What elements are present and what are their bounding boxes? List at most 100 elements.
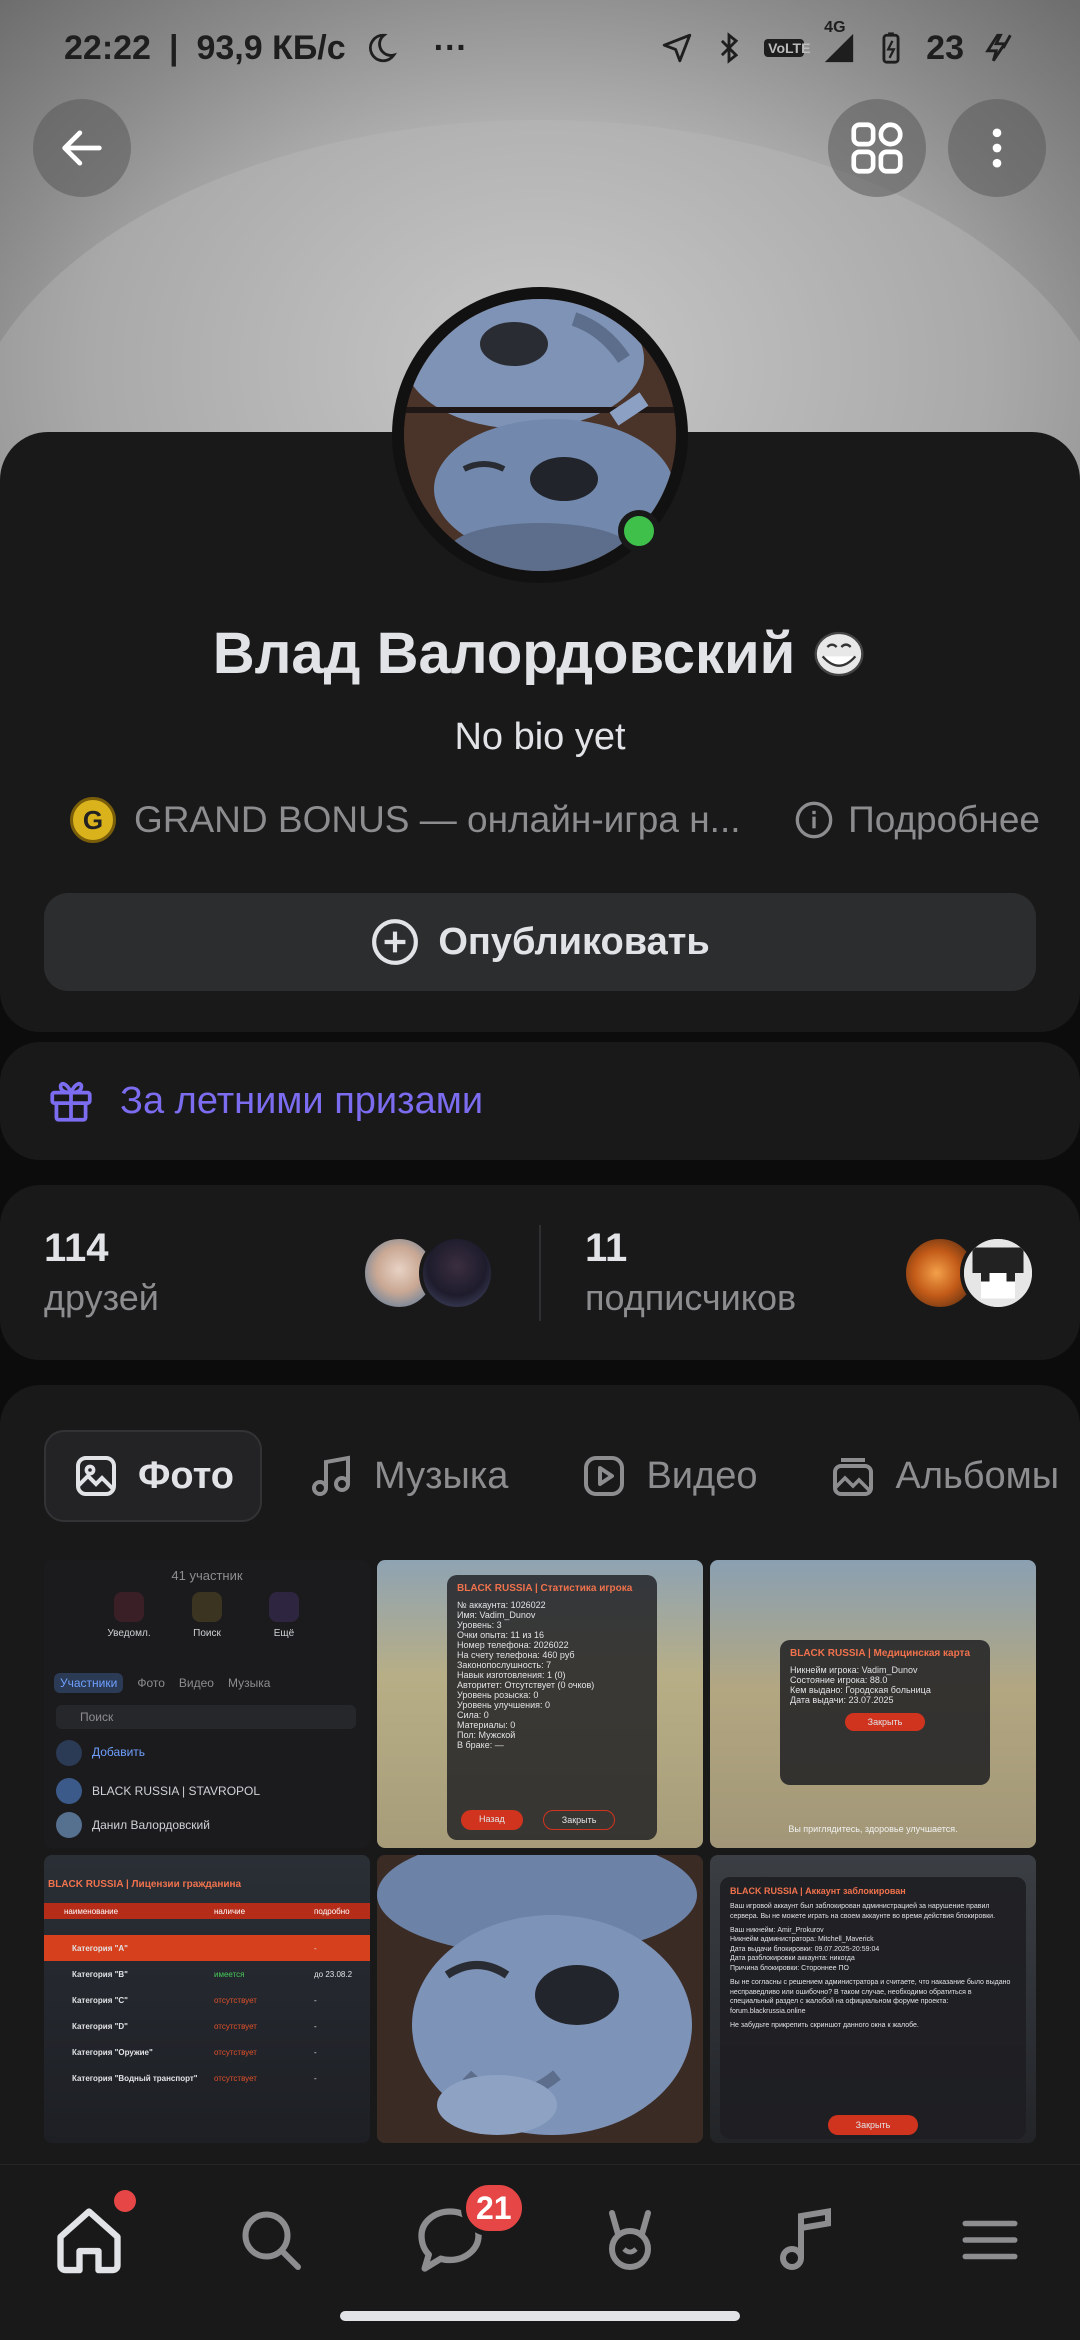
- music-note-icon: [780, 2207, 831, 2270]
- photo-text: На счету телефона: 460 руб: [457, 1650, 575, 1660]
- moon-icon: [368, 33, 397, 63]
- photo-text: до 23.08.2: [314, 1969, 353, 1979]
- media-tabs: Фото Музыка Видео Альбомы: [44, 1430, 1080, 1522]
- more-info-link[interactable]: Подробнее: [794, 799, 1040, 841]
- tab-albums[interactable]: Альбомы: [803, 1430, 1080, 1522]
- home-indicator[interactable]: [340, 2311, 740, 2321]
- photo-text: Авторитет: Отсутствует (0 очков): [457, 1680, 595, 1690]
- photo-text: -: [314, 2021, 317, 2031]
- photo-text: 41 участник: [171, 1568, 243, 1583]
- fast-charging-icon: [985, 33, 1012, 62]
- photo-text: Закрыть: [828, 2114, 918, 2135]
- photo-text: Назад: [461, 1810, 523, 1830]
- photo-text: Никнейм игрока: Vadim_Dunov: [790, 1665, 918, 1675]
- photo-text: имеется: [214, 1969, 245, 1979]
- apps-grid-icon: [851, 122, 903, 174]
- publish-label: Опубликовать: [438, 920, 710, 963]
- friends-stat[interactable]: 114 друзей: [0, 1185, 539, 1360]
- photo-text: Фото: [137, 1676, 165, 1690]
- nav-music[interactable]: [762, 2195, 852, 2285]
- photo-thumbnail[interactable]: [377, 1855, 703, 2143]
- status-speed: 93,9 КБ/с: [196, 28, 346, 67]
- photo-text: Вы не согласны с решением администратора…: [730, 1979, 1011, 2015]
- profile-bio: No bio yet: [454, 716, 626, 758]
- photo-text: Причина блокировки: Стороннее ПО: [730, 1964, 849, 1972]
- photo-text: Данил Валордовский: [92, 1818, 210, 1832]
- pixel-avatar-image: [964, 1238, 1032, 1307]
- photo-thumbnail[interactable]: 41 участник Уведомл. Поиск Ещё Участники…: [44, 1560, 370, 1848]
- tab-photos[interactable]: Фото: [44, 1430, 263, 1522]
- photo-image: [377, 1855, 703, 2143]
- back-button[interactable]: [33, 99, 131, 197]
- more-info-label: Подробнее: [848, 799, 1040, 840]
- tab-videos-label: Видео: [646, 1454, 758, 1497]
- photo-text: Уровень розыска: 0: [457, 1690, 539, 1700]
- nav-menu[interactable]: [945, 2195, 1035, 2285]
- photo-text: Сила: 0: [457, 1710, 489, 1720]
- photo-text: наличие: [214, 1906, 246, 1916]
- nav-clips[interactable]: [585, 2195, 675, 2285]
- photo-text: Закрыть: [542, 1810, 616, 1830]
- photo-text: Очки опыта: 11 из 16: [457, 1630, 545, 1640]
- photo-text: Дата разблокировки аккаунта: никогда: [730, 1955, 855, 1963]
- tab-music[interactable]: Музыка: [282, 1430, 534, 1522]
- photo-text: BLACK RUSSIA | Аккаунт заблокирован: [730, 1886, 906, 1896]
- photo-thumbnail[interactable]: BLACK RUSSIA | Лицензии гражданина наиме…: [44, 1855, 370, 2143]
- search-icon: [242, 2211, 301, 2270]
- music-note-icon: [312, 1455, 351, 1496]
- followers-label: подписчиков: [585, 1277, 797, 1318]
- photo-text: Кем выдано: Городская больница: [790, 1685, 931, 1695]
- battery-charging-icon: [882, 32, 900, 64]
- photo-text: Поиск: [193, 1628, 221, 1639]
- home-icon: [57, 2208, 121, 2274]
- status-bar: 22:22 | 93,9 КБ/с ··· VoLTE 4G 23: [0, 0, 1080, 96]
- photo-text: Дата выдачи: 23.07.2025: [790, 1695, 894, 1705]
- publish-button[interactable]: Опубликовать: [44, 893, 1036, 991]
- photo-text: Категория "D": [72, 2021, 128, 2031]
- summer-prizes-banner[interactable]: За летними призами: [0, 1042, 1080, 1160]
- summer-prizes-label: За летними призами: [120, 1079, 484, 1122]
- game-row[interactable]: G GRAND BONUS — онлайн-игра н... Подробн…: [70, 790, 1040, 850]
- followers-stat[interactable]: 11 подписчиков: [541, 1185, 1080, 1360]
- bluetooth-icon: [721, 32, 739, 64]
- photo-text: Добавить: [92, 1745, 146, 1759]
- services-button[interactable]: [828, 99, 926, 197]
- photo-text: BLACK RUSSIA | STAVROPOL: [92, 1784, 261, 1798]
- arrow-left-icon: [62, 130, 102, 166]
- info-icon: [795, 801, 833, 839]
- photo-thumbnail[interactable]: BLACK RUSSIA | Медицинская карта Никнейм…: [710, 1560, 1036, 1848]
- stats-card: 114 друзей 11 подписчиков: [0, 1185, 1080, 1360]
- status-more: ···: [433, 28, 468, 67]
- more-options-button[interactable]: [948, 99, 1046, 197]
- tab-music-label: Музыка: [374, 1454, 509, 1497]
- photo-text: BLACK RUSSIA | Статистика игрока: [457, 1583, 633, 1594]
- photo-grid: 41 участник Уведомл. Поиск Ещё Участники…: [44, 1560, 1036, 2143]
- photo-text: Категория "Оружие": [72, 2047, 153, 2057]
- profile-name: Влад Валордовский: [0, 620, 1080, 687]
- photo-text: Поиск: [56, 1705, 356, 1729]
- photo-text: Уведомл.: [107, 1628, 151, 1639]
- network-type: 4G: [822, 19, 856, 65]
- status-time: 22:22: [64, 28, 151, 67]
- nav-search[interactable]: [226, 2195, 316, 2285]
- photo-thumbnail[interactable]: BLACK RUSSIA | Аккаунт заблокирован Ваш …: [710, 1855, 1036, 2143]
- photo-text: Категория "Водный транспорт": [72, 2073, 198, 2083]
- photo-text: Состояние игрока: 88.0: [790, 1675, 888, 1685]
- more-vertical-icon: [992, 128, 1002, 168]
- tab-videos[interactable]: Видео: [554, 1430, 783, 1522]
- video-play-icon: [584, 1456, 625, 1496]
- profile-name-text: Влад Валордовский: [212, 621, 796, 686]
- photo-text: отсутствует: [214, 2073, 257, 2083]
- photo-text: -: [314, 1943, 317, 1953]
- photo-text: Ещё: [273, 1628, 295, 1639]
- photo-thumbnail[interactable]: BLACK RUSSIA | Статистика игрока № аккау…: [377, 1560, 703, 1848]
- photo-text: Музыка: [227, 1676, 271, 1690]
- photo-text: Вы приглядитесь, здоровье улучшается.: [788, 1824, 958, 1834]
- photo-text: Ваш никнейм: Amir_Prokurov: [730, 1927, 824, 1935]
- home-notification-dot: [114, 2190, 136, 2212]
- photo-text: Материалы: 0: [457, 1720, 516, 1730]
- photo-text: Никнейм администратора: Mitchell_Maveric…: [730, 1936, 874, 1944]
- photo-text: Закрыть: [845, 1713, 925, 1731]
- photo-text: Ваш игровой аккаунт был заблокирован адм…: [730, 1903, 996, 1920]
- friends-count: 114: [44, 1226, 109, 1270]
